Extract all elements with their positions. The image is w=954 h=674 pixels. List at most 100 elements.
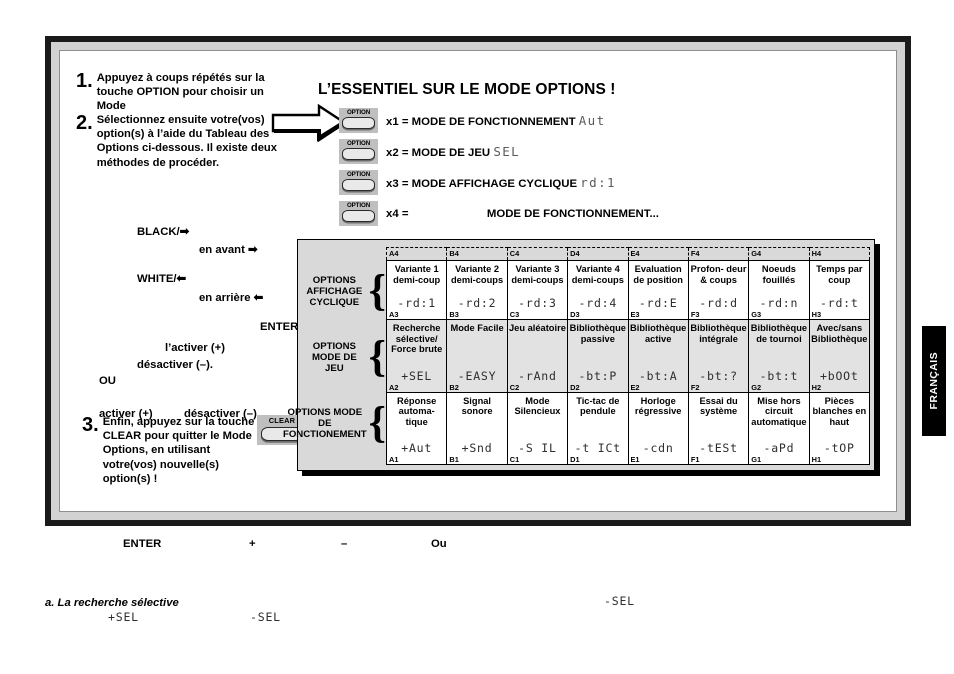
option-key-2-cap [342, 148, 375, 160]
cell-ref: B1 [449, 455, 459, 464]
table-cell[interactable]: Evaluation de position -rd:E E3 [627, 259, 689, 321]
cell-lcd-code: -bt:? [699, 368, 738, 383]
table-cell[interactable]: Tic-tac de pendule -t ICt D1 [567, 391, 629, 466]
cell-title: Temps par coup [816, 264, 863, 285]
table-cell[interactable]: Noeuds fouillés -rd:n G3 [748, 259, 810, 321]
option-row-1: OPTION x1 = MODE DE FONCTIONNEMENT Aut [339, 108, 606, 133]
cell-ref: C1 [509, 455, 520, 464]
option-key-4-cap [342, 210, 375, 222]
option-row-1-lcd: Aut [578, 113, 606, 128]
cell-ref: E2 [630, 382, 640, 392]
cell-title: Bibliothèque active [630, 323, 687, 344]
cell-lcd-code: -rd:E [638, 296, 678, 311]
cell-title: Bibliothèque passive [569, 323, 626, 344]
table-cell[interactable]: Bibliothèque de tournoi -bt:t G2 [748, 319, 810, 393]
cell-lcd-code: -tESt [699, 441, 738, 455]
cell-ref: A2 [389, 382, 399, 392]
cell-lcd-code: -rd:1 [397, 296, 436, 311]
table-cell[interactable]: Variante 1 demi-coup -rd:1 A3 [385, 259, 448, 321]
table-cell[interactable]: Variante 4 demi-coups -rd:4 D3 [567, 259, 629, 321]
step-1: 1. Appuyez à coups répétés sur la touche… [76, 71, 291, 114]
brace-icon: { [368, 332, 386, 382]
table-ref-cell: H4 [808, 247, 871, 261]
cell-lcd-code: -bt:A [638, 368, 678, 383]
cell-title: Tic-tac de pendule [576, 395, 620, 417]
cell-title: Horloge régressive [634, 395, 682, 417]
cell-title: Mode Facile [450, 323, 504, 334]
step-2: 2. Sélectionnez ensuite votre(vos) optio… [76, 113, 296, 170]
nav-enter-label: ENTER [260, 321, 299, 333]
cell-title: Bibliothèque intégrale [690, 323, 747, 344]
cell-ref: A3 [389, 310, 399, 320]
ref-label: H4 [811, 249, 822, 258]
frame-gray-band: 1. Appuyez à coups répétés sur la touche… [51, 42, 905, 520]
language-tab-francais: FRANÇAIS [922, 326, 946, 436]
cell-ref: G1 [751, 455, 762, 464]
option-row-3-lcd: rd:1 [580, 175, 616, 190]
option-key-3[interactable]: OPTION [339, 170, 378, 195]
table-cell[interactable]: Profon- deur & coups -rd:d F3 [687, 259, 750, 321]
frame-inner-white: 1. Appuyez à coups répétés sur la touche… [59, 50, 897, 512]
nav-forward-label: en avant ➡ [199, 244, 258, 256]
options-table: A4 B4 C4 D4 E4 F4 G4 H4 Variante 1 demi-… [385, 247, 871, 466]
table-row: Recherche sélective/ Force brute +SEL A2 M… [385, 319, 871, 393]
table-cell[interactable]: Essai du système -tESt F1 [687, 391, 750, 466]
ref-label: B4 [449, 249, 459, 258]
table-cell[interactable]: Bibliothèque active -bt:A E2 [627, 319, 689, 393]
table-cell[interactable]: Variante 3 demi-coups -rd:3 C3 [506, 259, 569, 321]
option-key-4[interactable]: OPTION [339, 201, 378, 226]
option-key-2-label: OPTION [346, 140, 371, 147]
cell-lcd-code: +bOOt [820, 368, 859, 383]
cell-ref: H2 [811, 382, 822, 392]
option-row-3-count: x3 = [386, 178, 409, 190]
table-cell[interactable]: Signal sonore +Snd B1 [446, 391, 508, 466]
group-label-game-mode: OPTIONS MODE DE JEU { [302, 328, 386, 386]
options-table-wrap: A4 B4 C4 D4 E4 F4 G4 H4 Variante 1 demi-… [385, 247, 871, 466]
cell-ref: E3 [630, 310, 640, 320]
ref-label: G4 [751, 249, 762, 258]
cell-ref: C2 [509, 382, 520, 392]
group-label-operating-mode: OPTIONS MODE DE FONCTIONEMENT { [283, 392, 386, 454]
cell-ref: G2 [751, 382, 762, 392]
cell-lcd-code: -rAnd [518, 368, 557, 383]
cell-ref: H1 [811, 455, 822, 464]
table-cell[interactable]: Bibliothèque passive -bt:P D2 [567, 319, 629, 393]
option-key-2[interactable]: OPTION [339, 139, 378, 164]
table-cell[interactable]: Pièces blanches en haut -tOP H1 [808, 391, 871, 466]
option-key-1-label: OPTION [346, 109, 371, 116]
table-cell[interactable]: Recherche sélective/ Force brute +SEL A2 [385, 319, 448, 393]
cell-ref: B2 [449, 382, 459, 392]
table-cell[interactable]: Jeu aléatoire -rAnd C2 [506, 319, 569, 393]
cell-ref: H3 [811, 310, 822, 320]
table-cell[interactable]: Réponse automa- tique +Aut A1 [385, 391, 448, 466]
nav-backward-label: en arrière ⬅ [199, 292, 264, 304]
page-frame: 1. Appuyez à coups répétés sur la touche… [45, 36, 911, 526]
option-key-3-label: OPTION [346, 171, 371, 178]
cell-lcd-code: -EASY [457, 368, 497, 383]
option-row-2-count: x2 = [386, 147, 409, 159]
option-key-1[interactable]: OPTION [339, 108, 378, 133]
cell-ref: A1 [389, 455, 399, 464]
step-2-text: Sélectionnez ensuite votre(vos) option(s… [96, 114, 277, 169]
table-cell[interactable]: Horloge régressive -cdn E1 [627, 391, 689, 466]
cell-title: Mise hors circuit automatique [751, 395, 807, 427]
cell-ref: C3 [509, 310, 520, 320]
option-row-4: OPTION x4 = MODE DE FONCTIONNEMENT... [339, 201, 659, 226]
table-cell[interactable]: Mise hors circuit automatique -aPd G1 [748, 391, 810, 466]
table-cell[interactable]: Variante 2 demi-coups -rd:2 B3 [446, 259, 508, 321]
table-ref-cell: C4 [506, 247, 568, 261]
brace-icon: { [368, 266, 386, 316]
table-cell[interactable]: Mode Facile -EASY B2 [446, 319, 508, 393]
option-row-3: OPTION x3 = MODE AFFICHAGE CYCLIQUE rd:1 [339, 170, 616, 195]
cell-title: Réponse automa- tique [397, 395, 437, 427]
table-cell[interactable]: Temps par coup -rd:t H3 [808, 259, 871, 321]
table-cell[interactable]: Avec/sans Bibliothèque +bOOt H2 [808, 319, 871, 393]
option-row-4-text: x4 = MODE DE FONCTIONNEMENT... [386, 208, 659, 220]
table-cell[interactable]: Mode Silencieux -S IL C1 [506, 391, 569, 466]
arrow-right-icon [271, 103, 348, 143]
cell-lcd-code: -rd:2 [457, 296, 497, 311]
option-row-4-count: x4 = [386, 207, 409, 220]
cell-ref: F3 [690, 310, 700, 320]
table-cell[interactable]: Bibliothèque intégrale -bt:? F2 [687, 319, 750, 393]
cell-lcd-code: +Snd [461, 441, 493, 455]
